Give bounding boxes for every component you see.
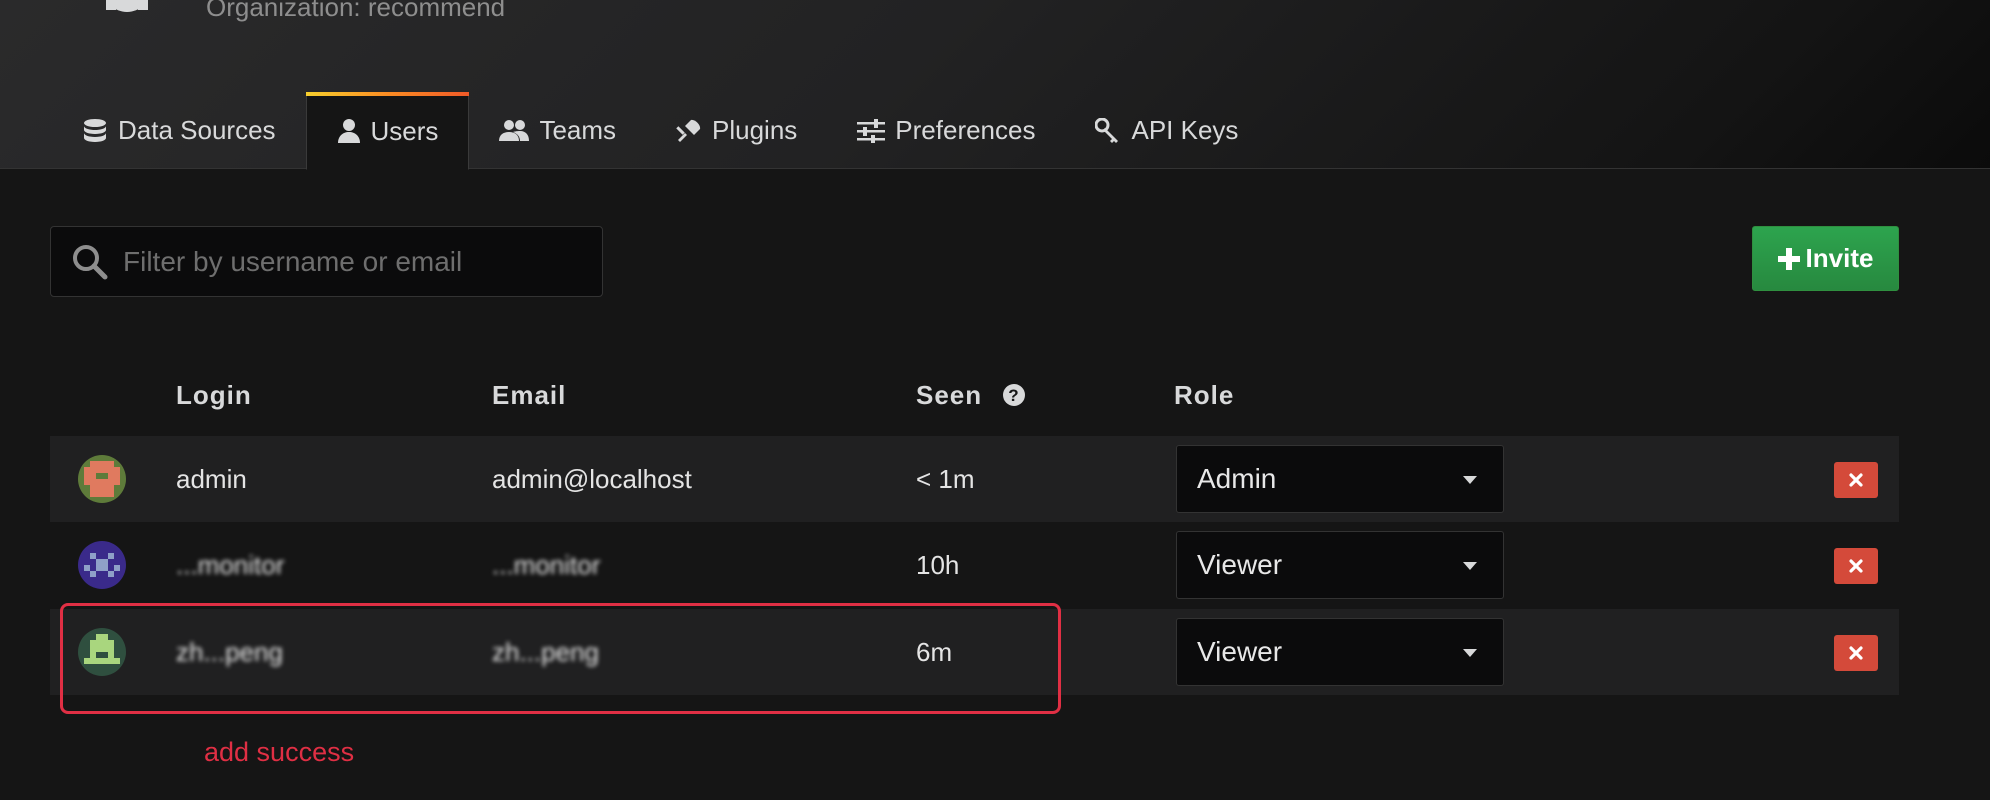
tab-label: Users	[370, 115, 439, 146]
column-header-email: Email	[492, 380, 567, 410]
invite-button[interactable]: Invite	[1752, 226, 1899, 291]
column-header-seen: Seen ?	[916, 380, 1026, 411]
annotation-highlight-box	[60, 603, 1061, 714]
chevron-down-icon	[1463, 649, 1477, 657]
chevron-down-icon	[1463, 476, 1477, 484]
search-icon	[73, 244, 108, 279]
close-icon	[1849, 473, 1863, 487]
role-select[interactable]: Viewer	[1176, 618, 1504, 686]
delete-user-button[interactable]	[1834, 548, 1878, 584]
sliders-icon	[857, 118, 886, 143]
column-header-login: Login	[176, 380, 252, 410]
chevron-down-icon	[1463, 562, 1477, 570]
seen-cell: < 1m	[916, 463, 975, 494]
key-icon	[1095, 117, 1119, 143]
seen-cell: 10h	[916, 549, 960, 580]
tab-label: API Keys	[1131, 115, 1239, 145]
close-icon	[1849, 646, 1863, 660]
tab-api-keys[interactable]: API Keys	[1065, 92, 1268, 169]
page-header: Organization: recommend Data Sources Use…	[0, 0, 1990, 170]
users-icon	[499, 119, 530, 141]
tab-bar: Data Sources Users Teams Plugins Prefere…	[52, 92, 1268, 170]
delete-user-button[interactable]	[1834, 462, 1878, 498]
tab-label: Preferences	[895, 115, 1036, 145]
login-cell: admin	[176, 463, 247, 494]
gear-icon	[106, 0, 148, 12]
plug-icon	[676, 119, 701, 142]
user-search[interactable]	[50, 226, 603, 297]
tab-preferences[interactable]: Preferences	[827, 92, 1065, 169]
svg-text:?: ?	[1009, 386, 1020, 405]
table-row: admin admin@localhost < 1m Admin	[50, 436, 1899, 522]
email-cell: ...monitor	[492, 549, 601, 580]
delete-user-button[interactable]	[1834, 635, 1878, 671]
annotation-text: add success	[204, 737, 355, 767]
column-header-role: Role	[1174, 380, 1235, 410]
role-value: Admin	[1197, 463, 1277, 494]
user-icon	[337, 119, 360, 143]
column-header-seen-label: Seen	[916, 380, 983, 410]
invite-label: Invite	[1805, 243, 1874, 273]
plus-icon	[1777, 247, 1800, 270]
table-row: ...monitor ...monitor 10h Viewer	[50, 522, 1899, 608]
tab-plugins[interactable]: Plugins	[646, 92, 827, 169]
tab-users[interactable]: Users	[305, 92, 470, 170]
tab-data-sources[interactable]: Data Sources	[52, 92, 306, 169]
login-cell: ...monitor	[176, 549, 285, 580]
database-icon	[84, 118, 106, 142]
tab-label: Plugins	[712, 115, 798, 145]
role-select[interactable]: Admin	[1176, 445, 1504, 513]
role-value: Viewer	[1197, 636, 1283, 667]
avatar	[78, 541, 126, 589]
role-select[interactable]: Viewer	[1176, 531, 1504, 599]
search-input[interactable]	[123, 245, 583, 278]
org-subtitle: Organization: recommend	[206, 0, 506, 22]
tab-teams[interactable]: Teams	[469, 92, 646, 169]
email-cell: admin@localhost	[492, 463, 692, 494]
tab-label: Teams	[539, 115, 617, 145]
tab-label: Data Sources	[118, 115, 276, 145]
close-icon	[1849, 559, 1863, 573]
avatar	[78, 455, 126, 503]
role-value: Viewer	[1197, 549, 1283, 580]
question-circle-icon[interactable]: ?	[1002, 383, 1026, 407]
